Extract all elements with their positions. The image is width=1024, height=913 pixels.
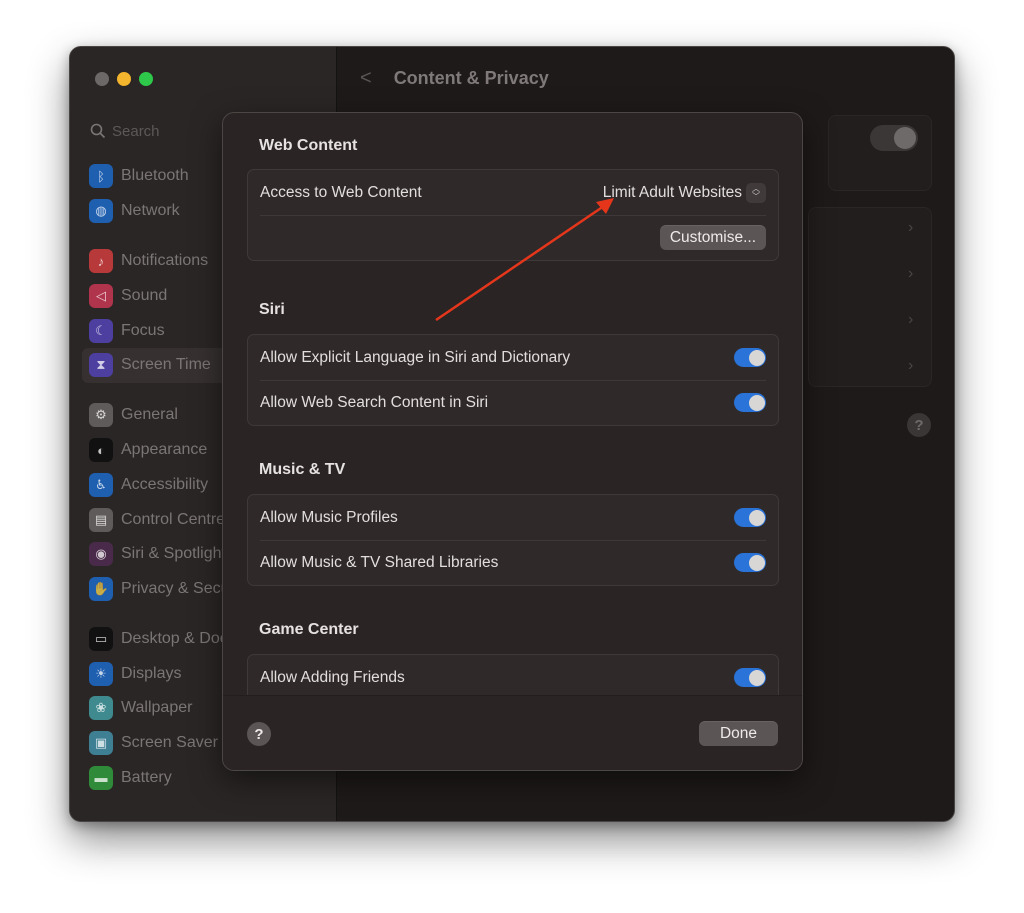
maximize-window-button[interactable] — [139, 72, 153, 86]
sidebar-item-label: General — [121, 406, 178, 424]
background-help-button[interactable]: ? — [907, 413, 931, 437]
sun-icon: ☀ — [89, 661, 113, 686]
background-toggle[interactable] — [870, 125, 918, 151]
accessibility-icon: ♿ — [89, 472, 113, 497]
toggle-switch[interactable] — [734, 553, 766, 572]
settings-row: Allow Music Profiles — [248, 495, 778, 540]
gear-icon: ⚙ — [89, 403, 113, 428]
web-content-popup[interactable]: Limit Adult Websites ︿ ﹀ — [602, 182, 766, 203]
control-centre-icon: ▤ — [89, 507, 113, 532]
siri-icon: ◉ — [89, 542, 113, 567]
appearance-icon: ◐ — [89, 438, 113, 463]
back-button[interactable]: < — [360, 67, 372, 90]
sidebar-item-label: Displays — [121, 664, 182, 682]
moon-icon: ☾ — [89, 318, 113, 343]
customise-button[interactable]: Customise... — [659, 225, 766, 250]
settings-row: Allow Web Search Content in Siri — [248, 380, 778, 425]
background-list — [808, 207, 932, 387]
done-button[interactable]: Done — [699, 721, 778, 746]
settings-row: Allow Music & TV Shared Libraries — [248, 540, 778, 585]
sidebar-item-label: Battery — [121, 768, 172, 786]
globe-icon: ◍ — [89, 199, 113, 224]
sidebar-item-label: Control Centre — [121, 510, 226, 528]
section-title: Game Center — [259, 621, 359, 638]
toggle-switch[interactable] — [734, 668, 766, 687]
traffic-lights — [95, 72, 153, 86]
sidebar-item-label: Appearance — [121, 441, 208, 459]
sidebar-item-label: Accessibility — [121, 475, 209, 493]
sidebar-item-label: Siri & Spotlight — [121, 545, 226, 563]
sidebar-item-label: Network — [121, 202, 180, 220]
bluetooth-icon: ᛒ — [89, 164, 113, 189]
settings-row-button: Customise... — [248, 215, 778, 260]
chevron-right-icon[interactable]: › — [908, 311, 913, 329]
page-title: Content & Privacy — [393, 68, 549, 88]
settings-row: Allow Adding Friends — [248, 655, 778, 697]
sidebar-item-label: Screen Saver — [121, 734, 218, 752]
speaker-icon: ◁ — [89, 283, 113, 308]
sidebar-item-label: Desktop & Dock — [121, 630, 236, 648]
sidebar-item-label: Screen Time — [121, 356, 211, 374]
setting-label: Allow Web Search Content in Siri — [260, 393, 489, 411]
up-down-chevron-icon: ︿ ﹀ — [746, 182, 766, 203]
search-placeholder: Search — [112, 122, 160, 140]
search-icon — [90, 123, 106, 139]
section-title: Web Content — [259, 137, 358, 154]
section-title: Siri — [259, 301, 285, 318]
setting-label: Allow Explicit Language in Siri and Dict… — [260, 348, 571, 366]
sheet-scroll-area[interactable]: Web Content Access to Web Content Limit Ad… — [223, 113, 802, 697]
setting-label: Allow Adding Friends — [260, 668, 405, 686]
chevron-right-icon[interactable]: › — [908, 357, 913, 375]
wallpaper-icon: ❀ — [89, 696, 113, 721]
settings-group: Access to Web Content Limit Adult Website… — [247, 169, 779, 261]
settings-group: Allow Adding Friends — [247, 654, 779, 697]
setting-label: Allow Music Profiles — [260, 508, 398, 526]
main-header: < Content & Privacy — [360, 67, 549, 90]
section-title: Music & TV — [259, 461, 346, 478]
setting-label: Access to Web Content — [260, 183, 422, 201]
battery-icon: ▬ — [89, 765, 113, 790]
close-window-button[interactable] — [95, 72, 109, 86]
chevron-right-icon[interactable]: › — [908, 219, 913, 237]
help-button[interactable]: ? — [247, 722, 271, 746]
sidebar-item-label: Notifications — [121, 252, 209, 270]
sheet-footer: ? Done — [223, 695, 802, 770]
settings-group: Allow Explicit Language in Siri and Dict… — [247, 334, 779, 426]
sidebar-item-label: Focus — [121, 321, 165, 339]
content-privacy-sheet: Web Content Access to Web Content Limit Ad… — [222, 112, 803, 771]
sidebar-item-label: Wallpaper — [121, 699, 193, 717]
screen-saver-icon: ▣ — [89, 731, 113, 756]
minimize-window-button[interactable] — [117, 72, 131, 86]
hand-icon: ✋ — [89, 576, 113, 601]
settings-row: Allow Explicit Language in Siri and Dict… — [248, 335, 778, 380]
bell-icon: ♪ — [89, 249, 113, 274]
sidebar-item-label: Bluetooth — [121, 167, 189, 185]
popup-value: Limit Adult Websites — [602, 183, 742, 201]
settings-row: Access to Web Content Limit Adult Website… — [248, 170, 778, 215]
dock-icon: ▭ — [89, 627, 113, 652]
settings-group: Allow Music Profiles Allow Music & TV Sha… — [247, 494, 779, 586]
toggle-switch[interactable] — [734, 348, 766, 367]
toggle-switch[interactable] — [734, 508, 766, 527]
hourglass-icon: ⧗ — [89, 353, 113, 378]
sidebar-item-label: Sound — [121, 286, 168, 304]
chevron-right-icon[interactable]: › — [908, 265, 913, 283]
toggle-switch[interactable] — [734, 393, 766, 412]
setting-label: Allow Music & TV Shared Libraries — [260, 553, 499, 571]
